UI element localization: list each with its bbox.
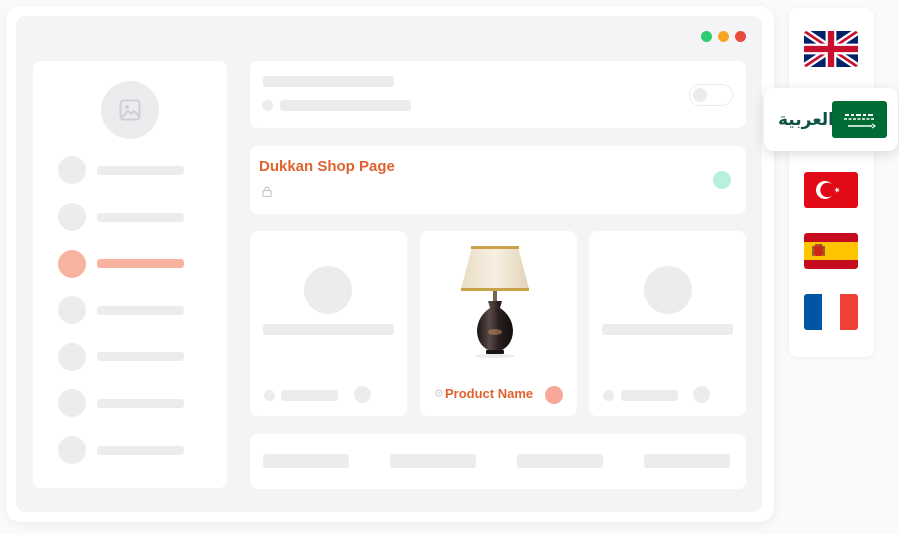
product-meta-dot <box>264 390 275 401</box>
window-red-dot[interactable] <box>735 31 746 42</box>
table-lamp-image <box>461 246 529 358</box>
shop-card <box>250 146 746 214</box>
sidebar-item-label[interactable] <box>97 166 184 175</box>
lock-icon <box>262 186 272 197</box>
france-flag-icon <box>804 294 858 330</box>
sidebar-item-label[interactable] <box>97 399 184 408</box>
saudi-flag-icon <box>832 101 887 138</box>
uk-flag-icon <box>804 31 858 67</box>
sidebar-item-icon[interactable] <box>58 343 86 371</box>
window-green-dot[interactable] <box>701 31 712 42</box>
sidebar-item-icon[interactable] <box>58 203 86 231</box>
product-meta-placeholder <box>621 390 678 401</box>
image-icon <box>119 99 141 121</box>
sidebar-item-icon[interactable] <box>58 156 86 184</box>
avatar[interactable] <box>101 81 159 139</box>
product-meta-placeholder <box>281 390 338 401</box>
sidebar-item-label[interactable] <box>97 446 184 455</box>
language-option-es[interactable] <box>804 233 858 269</box>
product-badge-placeholder <box>693 386 710 403</box>
sidebar-item-label[interactable] <box>97 213 184 222</box>
footer-placeholder <box>644 454 730 468</box>
sidebar-item-icon-active[interactable] <box>58 250 86 278</box>
header-meta-dot <box>262 100 273 111</box>
sidebar-item-icon[interactable] <box>58 296 86 324</box>
product-meta-dot <box>603 390 614 401</box>
product-image-placeholder <box>644 266 692 314</box>
header-meta-placeholder <box>280 100 411 111</box>
product-title-placeholder <box>602 324 733 335</box>
sidebar-item-label[interactable] <box>97 306 184 315</box>
status-indicator <box>713 171 731 189</box>
language-option-tr[interactable] <box>804 172 858 208</box>
footer-placeholder <box>517 454 603 468</box>
product-title-placeholder <box>263 324 394 335</box>
language-option-en[interactable] <box>804 31 858 67</box>
sidebar-item-label-active[interactable] <box>97 259 184 268</box>
header-title-placeholder <box>263 76 394 87</box>
language-option-fr[interactable] <box>804 294 858 330</box>
footer-placeholder <box>390 454 476 468</box>
turkey-flag-icon <box>804 172 858 208</box>
product-badge[interactable] <box>545 386 563 404</box>
language-label-ar: العربية <box>778 110 835 130</box>
product-name[interactable]: Product Name <box>445 386 533 401</box>
gear-icon[interactable] <box>434 388 444 398</box>
toggle-knob <box>693 88 707 102</box>
spain-flag-icon <box>804 233 858 269</box>
sidebar-item-label[interactable] <box>97 352 184 361</box>
product-badge-placeholder <box>354 386 371 403</box>
sidebar-item-icon[interactable] <box>58 436 86 464</box>
window-yellow-dot[interactable] <box>718 31 729 42</box>
footer-placeholder <box>263 454 349 468</box>
sidebar-item-icon[interactable] <box>58 389 86 417</box>
shop-title: Dukkan Shop Page <box>259 158 395 175</box>
product-image-placeholder <box>304 266 352 314</box>
header-card <box>250 61 746 128</box>
header-toggle[interactable] <box>689 84 733 106</box>
